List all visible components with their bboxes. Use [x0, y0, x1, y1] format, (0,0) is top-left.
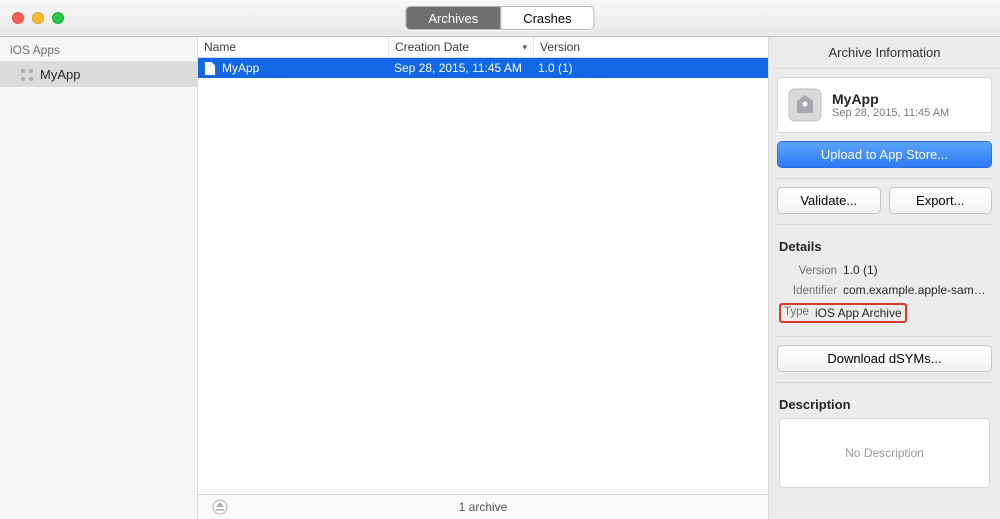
close-window-button[interactable]	[12, 12, 24, 24]
window-controls	[0, 12, 64, 24]
archive-row[interactable]: MyApp Sep 28, 2015, 11:45 AM 1.0 (1)	[198, 58, 768, 78]
eject-icon[interactable]	[212, 499, 228, 515]
details-heading: Details	[779, 239, 990, 254]
sidebar-item-myapp[interactable]: MyApp	[0, 62, 197, 87]
archive-rows: MyApp Sep 28, 2015, 11:45 AM 1.0 (1)	[198, 58, 768, 494]
type-highlight: Type iOS App Archive	[779, 303, 907, 323]
archive-summary-card: MyApp Sep 28, 2015, 11:45 AM	[777, 77, 992, 133]
titlebar: Archives Crashes	[0, 0, 1000, 37]
column-header-name[interactable]: Name	[198, 37, 389, 57]
divider	[777, 224, 992, 225]
description-heading: Description	[779, 397, 990, 412]
document-icon	[204, 62, 216, 75]
detail-type: Type iOS App Archive	[779, 300, 990, 326]
tab-crashes[interactable]: Crashes	[500, 7, 593, 29]
info-panel-title: Archive Information	[769, 37, 1000, 69]
description-box[interactable]: No Description	[779, 418, 990, 488]
sidebar-section-header: iOS Apps	[0, 37, 197, 62]
tab-segmented-control: Archives Crashes	[405, 6, 594, 30]
row-version: 1.0 (1)	[532, 61, 768, 75]
column-header-creation-date[interactable]: Creation Date ▾	[389, 37, 534, 57]
sidebar-item-label: MyApp	[40, 67, 80, 82]
detail-identifier: Identifier com.example.apple-sam…	[779, 280, 990, 300]
column-headers: Name Creation Date ▾ Version	[198, 37, 768, 58]
archive-date: Sep 28, 2015, 11:45 AM	[832, 107, 949, 119]
archive-info-panel: Archive Information MyApp Sep 28, 2015, …	[768, 37, 1000, 519]
details-list: Version 1.0 (1) Identifier com.example.a…	[779, 260, 990, 326]
tab-archives[interactable]: Archives	[406, 7, 500, 29]
validate-button[interactable]: Validate...	[777, 187, 881, 214]
divider	[777, 382, 992, 383]
archive-name: MyApp	[832, 91, 949, 107]
row-name: MyApp	[222, 61, 259, 75]
download-dsyms-button[interactable]: Download dSYMs...	[777, 345, 992, 372]
app-grid-icon	[20, 68, 34, 82]
organizer-window: Archives Crashes iOS Apps MyApp Name Cre…	[0, 0, 1000, 519]
minimize-window-button[interactable]	[32, 12, 44, 24]
row-date: Sep 28, 2015, 11:45 AM	[388, 61, 532, 75]
archive-list-pane: Name Creation Date ▾ Version MyApp Sep 2…	[198, 37, 768, 519]
sort-descending-icon: ▾	[522, 42, 527, 53]
status-bar: 1 archive	[198, 494, 768, 519]
column-header-version[interactable]: Version	[534, 37, 768, 57]
sidebar: iOS Apps MyApp	[0, 37, 198, 519]
divider	[777, 336, 992, 337]
zoom-window-button[interactable]	[52, 12, 64, 24]
divider	[777, 178, 992, 179]
status-count: 1 archive	[459, 500, 508, 514]
upload-to-app-store-button[interactable]: Upload to App Store...	[777, 141, 992, 168]
detail-version: Version 1.0 (1)	[779, 260, 990, 280]
body: iOS Apps MyApp Name Creation Date ▾ Vers…	[0, 37, 1000, 519]
archive-app-icon	[788, 88, 822, 122]
export-button[interactable]: Export...	[889, 187, 993, 214]
